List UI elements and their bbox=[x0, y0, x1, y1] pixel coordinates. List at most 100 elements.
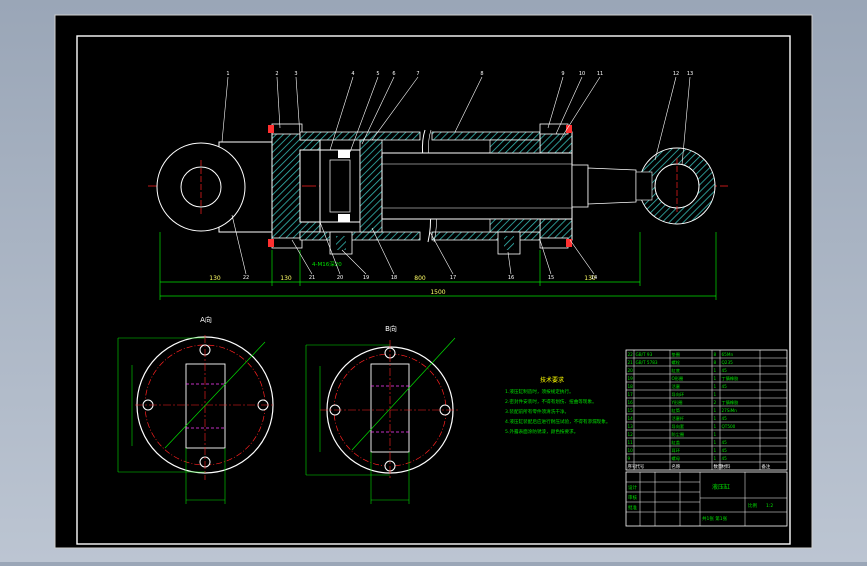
dim-overall-length: 1500 bbox=[430, 289, 445, 296]
note-line: 1.液压缸制造时，须按规定执行。 bbox=[505, 388, 574, 395]
flange-note: 4-M16深20 bbox=[312, 260, 342, 268]
parts-cell: 缸盖 bbox=[672, 439, 680, 445]
note-line: 5.外露表面涂防锈漆，颜色按要求。 bbox=[505, 428, 578, 435]
parts-cell: 螺母 bbox=[672, 455, 680, 462]
parts-cell: 17 bbox=[628, 392, 634, 397]
parts-header-cell: 材料 bbox=[722, 463, 731, 470]
balloon-top-1: 1 bbox=[226, 71, 229, 77]
balloon-top-5: 5 bbox=[376, 71, 379, 77]
parts-cell: GB/T 5783 bbox=[636, 360, 658, 365]
title-block-approver: 批准 bbox=[628, 504, 637, 511]
parts-cell: 1 bbox=[714, 408, 717, 413]
barrel-wall-top-right bbox=[431, 131, 541, 141]
parts-cell: Q235 bbox=[722, 360, 734, 365]
note-line: 3.装配前所有零件须清洗干净。 bbox=[505, 408, 569, 415]
parts-cell: 活塞 bbox=[672, 383, 681, 390]
parts-cell: O形圈 bbox=[672, 375, 684, 382]
gland-top bbox=[539, 131, 573, 154]
parts-cell: 45 bbox=[722, 384, 728, 389]
balloon-top-10: 10 bbox=[579, 71, 585, 77]
balloon-bottom-16: 16 bbox=[508, 275, 514, 281]
parts-cell: 8 bbox=[714, 352, 717, 357]
drawing-canvas[interactable]: 1500 130 130 800 130 4-M16深20 1234567891… bbox=[0, 0, 867, 562]
parts-cell: 12 bbox=[628, 432, 634, 437]
title-block-scale-value: 1:2 bbox=[766, 503, 773, 509]
flange-bolt-bottom-right bbox=[539, 237, 569, 249]
parts-header-cell: 名称 bbox=[672, 463, 681, 470]
parts-cell: 防尘圈 bbox=[672, 431, 685, 438]
parts-cell: 丁腈橡胶 bbox=[722, 399, 739, 406]
balloon-top-6: 6 bbox=[392, 71, 395, 77]
flange-bolt-top-right bbox=[539, 123, 569, 135]
title-block-designer: 设计 bbox=[628, 484, 637, 491]
balloon-bottom-15: 15 bbox=[548, 275, 554, 281]
title-block-drawing-title: 液压缸 bbox=[712, 483, 730, 491]
parts-cell: 45 bbox=[722, 440, 728, 445]
barrel-wall-bottom-left bbox=[299, 231, 421, 241]
parts-cell: 11 bbox=[628, 440, 634, 445]
note-line: 2.密封件安装时，不得有划伤、扭曲等现象。 bbox=[505, 398, 597, 405]
title-block-checker: 审核 bbox=[628, 494, 637, 501]
piston-seal-top bbox=[338, 150, 350, 158]
parts-cell: 2 bbox=[714, 400, 717, 405]
view-a-label: A向 bbox=[200, 315, 212, 324]
balloon-top-2: 2 bbox=[275, 71, 278, 77]
parts-cell: 导向套 bbox=[672, 423, 685, 430]
parts-cell: 45 bbox=[722, 456, 728, 461]
gland-bottom bbox=[539, 218, 573, 241]
parts-cell: 20 bbox=[628, 368, 634, 373]
rod-end-neck bbox=[587, 167, 637, 205]
piston-seal-block bbox=[359, 139, 383, 233]
parts-cell: 21 bbox=[628, 360, 634, 365]
balloon-top-4: 4 bbox=[351, 71, 354, 77]
parts-cell: 1 bbox=[714, 368, 717, 373]
dim-stroke: 800 bbox=[414, 275, 426, 282]
note-line: 4.液压缸装配后应进行耐压试验，不得有渗漏现象。 bbox=[505, 418, 610, 425]
balloon-top-8: 8 bbox=[480, 71, 483, 77]
parts-cell: 9 bbox=[628, 456, 631, 461]
parts-cell: 18 bbox=[628, 384, 634, 389]
parts-cell: 1 bbox=[714, 376, 717, 381]
parts-cell: 缸筒 bbox=[672, 407, 680, 414]
parts-cell: 27SiMn bbox=[722, 408, 738, 413]
parts-cell: 22 bbox=[628, 352, 634, 357]
parts-cell: 45 bbox=[722, 416, 728, 421]
barrel-wall-bottom-right bbox=[431, 231, 541, 241]
balloon-bottom-18: 18 bbox=[391, 275, 397, 281]
balloon-bottom-19: 19 bbox=[363, 275, 369, 281]
parts-cell: GB/T 93 bbox=[636, 352, 653, 357]
parts-header-cell: 备注 bbox=[762, 463, 771, 470]
title-block-scale-label: 比例 bbox=[748, 502, 757, 509]
parts-cell: 14 bbox=[628, 416, 634, 421]
parts-cell: 螺栓 bbox=[672, 359, 681, 366]
parts-cell: 1 bbox=[714, 424, 717, 429]
parts-cell: 1 bbox=[714, 416, 717, 421]
balloon-top-13: 13 bbox=[687, 71, 693, 77]
flange-bolt-bottom-left bbox=[271, 237, 303, 249]
balloon-bottom-22: 22 bbox=[243, 275, 249, 281]
balloon-top-12: 12 bbox=[673, 71, 679, 77]
view-a-clevis bbox=[185, 363, 226, 449]
balloon-bottom-17: 17 bbox=[450, 275, 456, 281]
parts-cell: 1 bbox=[714, 384, 717, 389]
parts-cell: 1 bbox=[714, 392, 717, 397]
balloon-top-11: 11 bbox=[597, 71, 603, 77]
cad-viewport[interactable]: 1500 130 130 800 130 4-M16深20 1234567891… bbox=[0, 0, 867, 562]
view-b-label: B向 bbox=[385, 324, 397, 333]
parts-cell: 导向环 bbox=[672, 391, 685, 398]
parts-cell: 1 bbox=[714, 440, 717, 445]
parts-header-cell: 代号 bbox=[636, 463, 645, 470]
parts-cell: 10 bbox=[628, 448, 634, 453]
balloon-top-9: 9 bbox=[561, 71, 564, 77]
parts-cell: QT500 bbox=[722, 424, 736, 429]
parts-cell: 19 bbox=[628, 376, 634, 381]
piston-seal-bottom bbox=[338, 214, 350, 222]
title-block: 液压缸比例 1:2 共1张 第1张 设计审核批准 bbox=[625, 471, 788, 527]
parts-cell: Y形圈 bbox=[671, 399, 683, 406]
parts-cell: 1 bbox=[714, 432, 717, 437]
piston bbox=[319, 149, 361, 223]
dim-flange: 130 bbox=[280, 275, 292, 282]
parts-cell: 活塞杆 bbox=[672, 415, 685, 422]
parts-cell: 1 bbox=[714, 448, 717, 453]
notes-heading: 技术要求 bbox=[540, 376, 564, 384]
